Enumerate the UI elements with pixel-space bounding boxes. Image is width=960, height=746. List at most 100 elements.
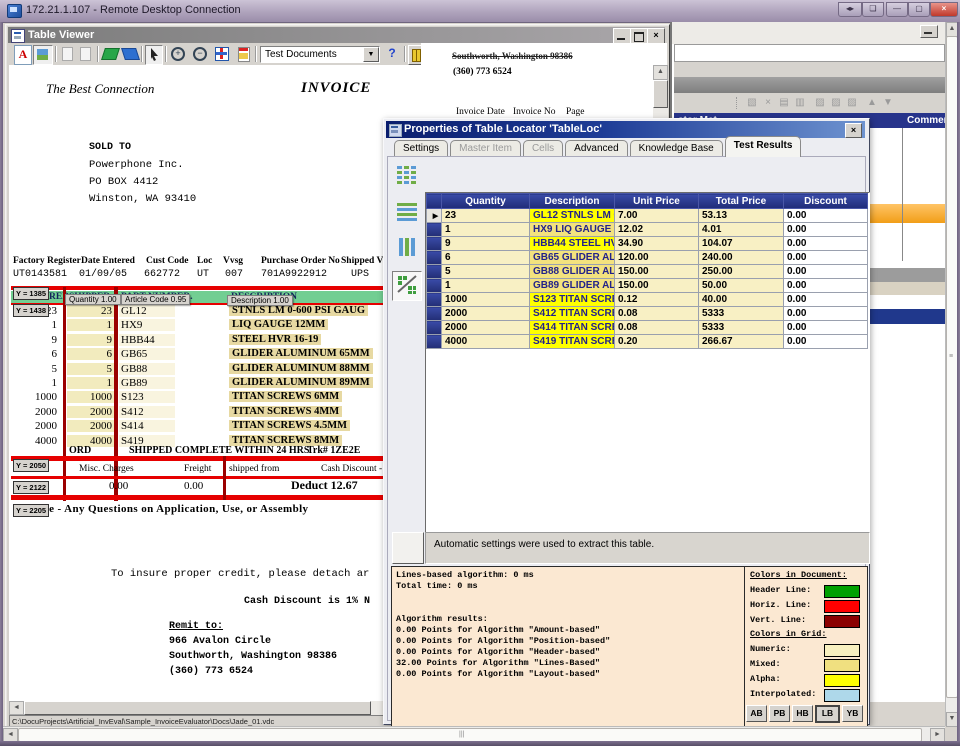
algorithm-toggle-button[interactable]: PB [769,705,790,722]
interpolation-algorithm-icon[interactable] [392,271,422,301]
maximize-button[interactable]: ▢ [908,2,930,17]
insert-before-icon[interactable]: ▨ [813,96,827,110]
algorithm-toggle-button[interactable]: YB [842,705,863,722]
fit-width-icon[interactable] [213,45,231,63]
close-button[interactable]: × [930,2,958,17]
algorithm-log-line: Algorithm results: [396,614,740,625]
invoice-part-number: S123 [119,391,175,403]
copy-icon[interactable]: ▥ [793,96,807,110]
zoom-in-icon[interactable]: + [169,45,187,63]
image-view-icon[interactable] [33,45,53,65]
result-grid-row[interactable]: 6 GB65 GLIDER ALU 120.00 240.00 0.00 [427,251,868,265]
test-results-grid: Quantity Description Unit Price Total Pr… [425,192,870,533]
background-window-top [672,22,947,44]
result-grid-row[interactable]: 1000 S123 TITAN SCRE 0.12 40.00 0.00 [427,293,868,307]
totals-value: 0.00 [184,480,203,492]
cells-algorithm-icon[interactable] [392,163,422,193]
invoice-shipped-qty: 2000 [67,420,114,432]
legend-color-swatch [824,600,860,613]
text-view-icon[interactable]: A [14,45,32,65]
legend-color-swatch [824,644,860,657]
result-grid-row[interactable]: 9 HBB44 STEEL HVR 34.90 104.07 0.00 [427,237,868,251]
result-grid-row[interactable]: 1 GB89 GLIDER ALU 150.00 50.00 0.00 [427,279,868,293]
rotate-right-icon[interactable] [121,45,139,63]
rdp-hscroll-thumb[interactable]: ||| [18,728,922,742]
cell-description: S419 TITAN SCRE [530,335,615,349]
zoom-out-icon[interactable]: − [191,45,209,63]
algorithm-log: Lines-based algorithm: 0 msTotal time: 0… [396,570,740,680]
row-marker [427,293,442,307]
help-icon[interactable]: ? [384,45,400,63]
cell-unit-price: 0.12 [615,293,699,307]
fit-page-icon[interactable] [235,45,253,63]
vertical-line-marker [223,456,226,500]
result-grid-row[interactable]: 2000 S414 TITAN SCRE 0.08 5333 0.00 [427,321,868,335]
dialog-tab[interactable]: Cells [523,140,563,156]
rdp-scroll-right-arrow[interactable]: ► [930,728,945,742]
dropdown-arrow-icon[interactable]: ▼ [363,47,379,62]
total-price-column-header[interactable]: Total Price [699,194,784,209]
unit-price-column-header[interactable]: Unit Price [615,194,699,209]
rotate-left-icon[interactable] [101,45,119,63]
move-down-icon[interactable]: ▼ [881,96,895,110]
hscroll-thumb[interactable] [24,701,371,715]
algorithm-log-line [396,592,740,603]
result-grid-row[interactable]: ▶ 23 GL12 STNLS LM 0 - 7.00 53.13 0.00 [427,209,868,223]
cell-discount: 0.00 [784,321,868,335]
quantity-column-header[interactable]: Quantity [442,194,530,209]
cell-description: GB88 GLIDER ALU [530,265,615,279]
result-grid-row[interactable]: 5 GB88 GLIDER ALU 150.00 250.00 0.00 [427,265,868,279]
rows-algorithm-icon[interactable] [392,199,422,229]
cells-grid-icon [396,165,418,185]
totals-header: Cash Discount - [321,464,382,474]
dialog-tab[interactable]: Test Results [725,136,802,157]
properties-icon[interactable]: ▤ [777,96,791,110]
dialog-tab[interactable]: Settings [394,140,448,156]
rdp-pin-button[interactable]: ◂▸ [838,2,862,17]
description-column-header[interactable]: Description [530,194,615,209]
viewer-minimize-button[interactable] [613,28,631,44]
child-minimize-button[interactable] [920,25,938,38]
move-up-icon[interactable]: ▲ [865,96,879,110]
legend-item: Mixed: [750,658,866,673]
result-grid-row[interactable]: 2000 S412 TITAN SCRE 0.08 5333 0.00 [427,307,868,321]
background-band [674,62,945,77]
cell-total-price: 5333 [699,307,784,321]
dialog-tab[interactable]: Master Item [450,140,521,156]
dialog-tabs: SettingsMaster ItemCellsAdvancedKnowledg… [394,136,864,156]
tracking-line: Trk# 1ZE2E [307,445,360,456]
delete-icon[interactable]: × [761,96,775,110]
select-cursor-icon[interactable] [145,45,163,65]
minimize-button[interactable]: — [886,2,908,17]
info-value: 662772 [144,269,180,280]
algorithm-toggle-button[interactable]: LB [815,705,840,723]
result-grid-row[interactable]: 4000 S419 TITAN SCRE 0.20 266.67 0.00 [427,335,868,349]
find-icon[interactable]: ▧ [745,96,759,110]
scroll-left-arrow[interactable]: ◄ [9,701,24,715]
columns-algorithm-icon[interactable] [392,235,422,265]
algorithm-toggle-button[interactable]: HB [792,705,813,722]
result-grid-row[interactable]: 1 HX9 LIQ GAUGE 12 12.02 4.01 0.00 [427,223,868,237]
dialog-tab[interactable]: Advanced [565,140,627,156]
algorithm-toggle-button[interactable]: AB [746,705,767,722]
append-icon[interactable]: ▨ [845,96,859,110]
discount-column-header[interactable]: Discount [784,194,868,209]
document-set-dropdown[interactable]: Test Documents ▼ [260,46,380,63]
vscroll-thumb[interactable] [653,80,668,108]
cell-quantity: 1 [442,279,530,293]
cell-quantity: 1000 [442,293,530,307]
insert-after-icon[interactable]: ▨ [829,96,843,110]
rdp-scroll-left-arrow[interactable]: ◄ [3,728,18,742]
info-header: Vvsg [223,256,243,266]
scroll-up-arrow[interactable]: ▲ [653,65,668,80]
rdp-restore-down-button[interactable]: ❏ [862,2,884,17]
legend-item: Horiz. Line: [750,599,866,614]
cell-discount: 0.00 [784,223,868,237]
table-viewer-titlebar: Table Viewer × [8,27,665,43]
viewer-close-button[interactable]: × [647,28,665,44]
viewer-maximize-button[interactable] [630,28,648,44]
info-value: 007 [225,269,243,280]
field-confidence-tag: Article Code 0.95 [121,294,190,305]
dialog-tab[interactable]: Knowledge Base [630,140,723,156]
legend-label: Mixed: [750,659,781,669]
